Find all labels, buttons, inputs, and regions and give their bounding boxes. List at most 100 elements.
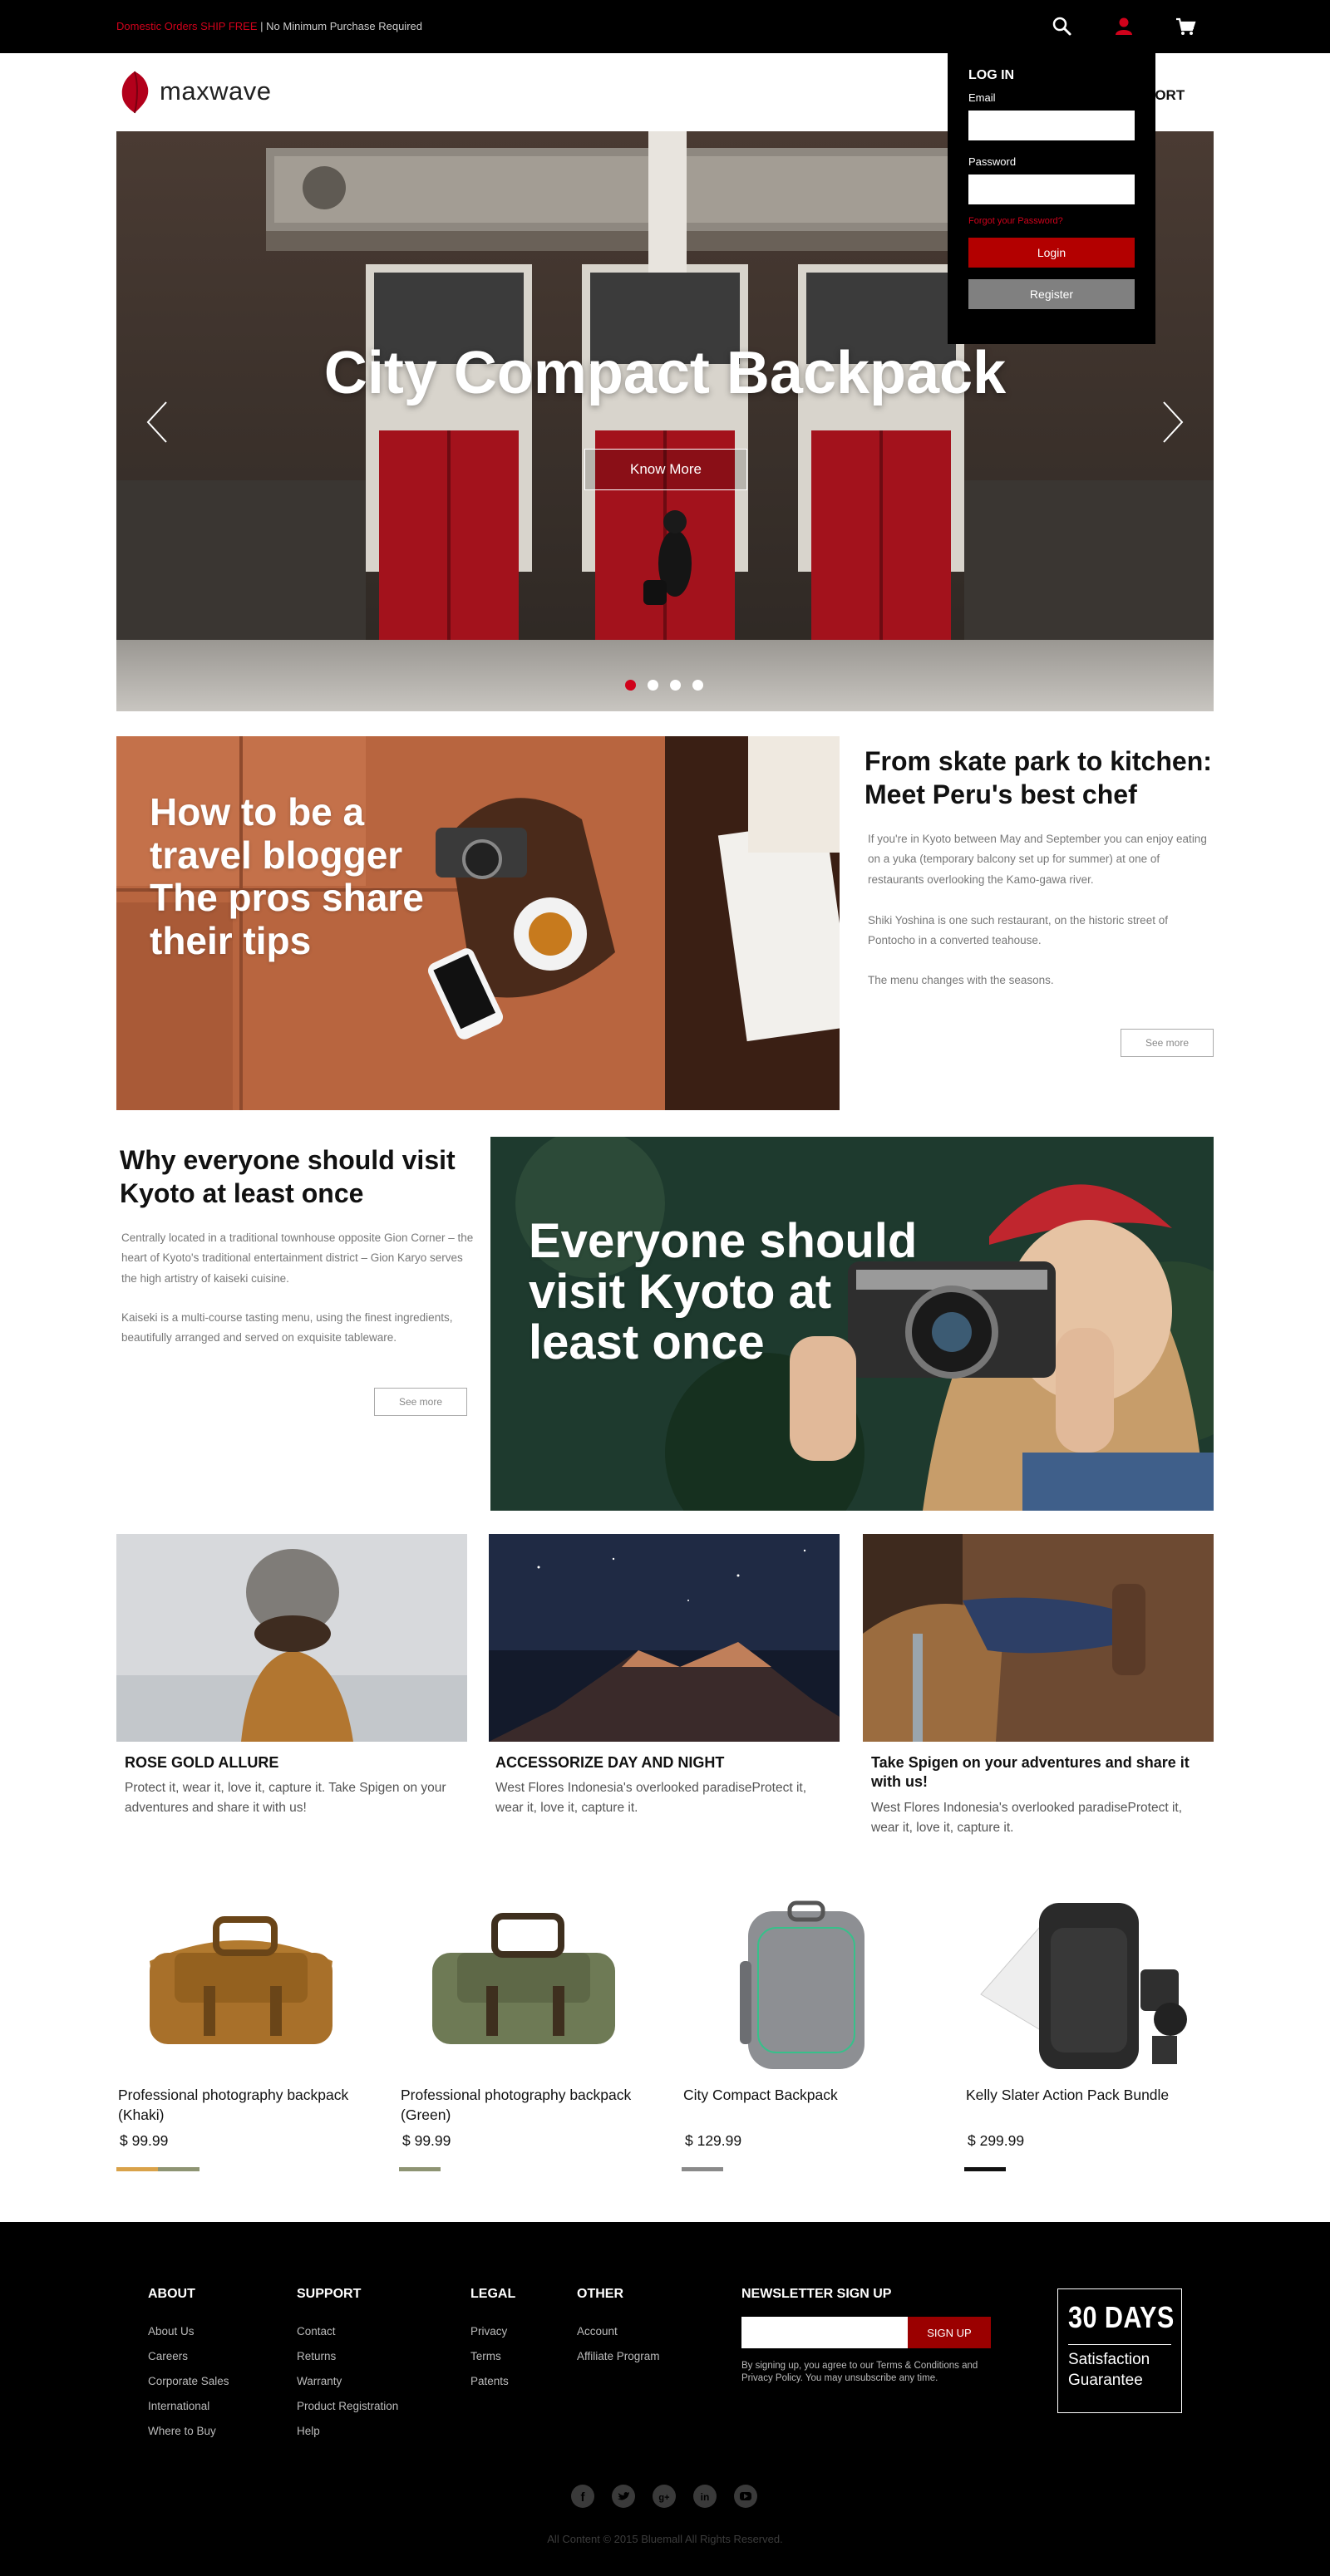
newsletter-note: By signing up, you agree to our Terms & … <box>741 2361 978 2383</box>
linkedin-icon[interactable]: in <box>693 2485 717 2508</box>
cart-icon[interactable] <box>1174 15 1197 38</box>
email-field[interactable] <box>968 111 1135 140</box>
blog-image-travel[interactable]: How to be a travel blogger The pros shar… <box>116 736 840 1110</box>
card-text: Protect it, wear it, love it, capture it… <box>125 1781 446 1816</box>
khaki-bag-image <box>150 1916 332 2044</box>
know-more-button[interactable]: Know More <box>584 449 747 490</box>
shipping-promo: Domestic Orders SHIP FREE | No Minimum P… <box>116 20 422 32</box>
svg-text:f: f <box>581 2490 586 2505</box>
product-image[interactable] <box>682 1895 931 2086</box>
guarantee-days: 30 DAYS <box>1068 2300 1175 2334</box>
copyright-text: All Content © 2015 Bluemall All Rights R… <box>547 2533 783 2545</box>
footer-link[interactable]: Help <box>297 2425 398 2450</box>
login-title: LOG IN <box>968 68 1015 82</box>
product-image[interactable] <box>964 1895 1214 2086</box>
site-footer: ABOUT About Us Careers Corporate Sales I… <box>0 2222 1330 2576</box>
blog-image-kyoto[interactable]: Everyone should visit Kyoto at least onc… <box>490 1137 1214 1511</box>
logo-mark-icon[interactable] <box>116 70 153 115</box>
password-label: Password <box>968 155 1017 168</box>
card-image[interactable] <box>116 1534 467 1742</box>
slide-dot[interactable] <box>625 680 636 691</box>
footer-links-legal: Privacy Terms Patents <box>470 2325 509 2400</box>
color-swatch[interactable] <box>116 2167 158 2171</box>
color-swatch[interactable] <box>158 2167 200 2171</box>
hooded-person-photo <box>116 1534 467 1742</box>
green-bag-image <box>432 1913 615 2044</box>
hero-title: City Compact Backpack <box>323 340 1007 406</box>
blog-title-kyoto[interactable]: Why everyone should visit Kyoto at least… <box>120 1143 477 1210</box>
footer-link[interactable]: Patents <box>470 2375 509 2400</box>
footer-link[interactable]: International <box>148 2400 229 2425</box>
action-pack-bundle-image <box>980 1903 1187 2069</box>
blog-paragraph: If you're in Kyoto between May and Septe… <box>868 833 1207 886</box>
color-swatch[interactable] <box>682 2167 723 2171</box>
see-more-button[interactable]: See more <box>374 1388 467 1416</box>
footer-link[interactable]: Careers <box>148 2350 229 2375</box>
newsletter-email-input[interactable] <box>741 2317 908 2348</box>
password-field[interactable] <box>968 175 1135 204</box>
card-image[interactable] <box>863 1534 1214 1742</box>
search-icon[interactable] <box>1051 15 1074 38</box>
mountain-night-photo <box>489 1534 840 1742</box>
user-icon[interactable] <box>1112 15 1135 38</box>
login-button[interactable]: Login <box>968 238 1135 268</box>
next-slide-icon[interactable] <box>1155 397 1189 447</box>
footer-heading-support: SUPPORT <box>297 2287 362 2301</box>
sign-up-button[interactable]: SIGN UP <box>908 2317 991 2348</box>
see-more-button[interactable]: See more <box>1121 1029 1214 1057</box>
product-name[interactable]: Professional photography backpack (Green… <box>401 2086 667 2125</box>
forgot-password-link[interactable]: Forgot your Password? <box>968 216 1135 226</box>
kyoto-overlay-title: Everyone should visit Kyoto at least onc… <box>529 1214 918 1369</box>
card-title[interactable]: ROSE GOLD ALLURE <box>125 1753 457 1772</box>
guarantee-badge: 30 DAYS Satisfaction Guarantee <box>1057 2288 1182 2413</box>
footer-heading-other: OTHER <box>577 2287 623 2301</box>
blog-paragraph: Shiki Yoshina is one such restaurant, on… <box>868 914 1168 947</box>
card-text: West Flores Indonesia's overlooked parad… <box>871 1801 1182 1836</box>
footer-link[interactable]: Affiliate Program <box>577 2350 660 2375</box>
footer-link[interactable]: Product Registration <box>297 2400 398 2425</box>
product-name[interactable]: Professional photography backpack (Khaki… <box>118 2086 384 2125</box>
svg-text:g+: g+ <box>658 2493 669 2503</box>
slide-dot[interactable] <box>670 680 681 691</box>
footer-link[interactable]: Where to Buy <box>148 2425 229 2450</box>
product-price: $ 99.99 <box>120 2132 169 2149</box>
footer-links-other: Account Affiliate Program <box>577 2325 660 2375</box>
blog-title-chef[interactable]: From skate park to kitchen: Meet Peru's … <box>864 745 1222 811</box>
color-swatch[interactable] <box>964 2167 1006 2171</box>
product-image[interactable] <box>399 1895 648 2086</box>
footer-link[interactable]: Privacy <box>470 2325 509 2350</box>
slide-dot[interactable] <box>648 680 658 691</box>
brand-name[interactable]: maxwave <box>160 76 271 106</box>
prev-slide-icon[interactable] <box>141 397 175 447</box>
youtube-icon[interactable] <box>734 2485 757 2508</box>
color-swatch[interactable] <box>399 2167 441 2171</box>
product-name[interactable]: Kelly Slater Action Pack Bundle <box>966 2086 1232 2106</box>
google-plus-icon[interactable]: g+ <box>653 2485 676 2508</box>
footer-link[interactable]: Terms <box>470 2350 509 2375</box>
sitting-person-photo <box>863 1534 1214 1742</box>
product-name[interactable]: City Compact Backpack <box>683 2086 949 2106</box>
card-title[interactable]: Take Spigen on your adventures and share… <box>871 1753 1212 1792</box>
slide-dot[interactable] <box>692 680 703 691</box>
twitter-icon[interactable] <box>612 2485 635 2508</box>
product-price: $ 299.99 <box>968 2132 1025 2149</box>
footer-link[interactable]: Account <box>577 2325 660 2350</box>
card-text: West Flores Indonesia's overlooked parad… <box>495 1781 806 1816</box>
footer-heading-legal: LEGAL <box>470 2287 516 2301</box>
email-label: Email <box>968 91 996 104</box>
footer-link[interactable]: Returns <box>297 2350 398 2375</box>
footer-link[interactable]: Corporate Sales <box>148 2375 229 2400</box>
promo-highlight[interactable]: Domestic Orders SHIP FREE <box>116 20 258 32</box>
product-image[interactable] <box>116 1895 366 2086</box>
footer-heading-about: ABOUT <box>148 2287 195 2301</box>
card-image[interactable] <box>489 1534 840 1742</box>
card-title[interactable]: ACCESSORIZE DAY AND NIGHT <box>495 1753 836 1772</box>
footer-links-about: About Us Careers Corporate Sales Interna… <box>148 2325 229 2450</box>
footer-link[interactable]: Contact <box>297 2325 398 2350</box>
footer-links-support: Contact Returns Warranty Product Registr… <box>297 2325 398 2450</box>
footer-link[interactable]: About Us <box>148 2325 229 2350</box>
register-button[interactable]: Register <box>968 279 1135 309</box>
blog-overlay-title: How to be a travel blogger The pros shar… <box>150 790 424 962</box>
facebook-icon[interactable]: f <box>571 2485 594 2508</box>
footer-link[interactable]: Warranty <box>297 2375 398 2400</box>
